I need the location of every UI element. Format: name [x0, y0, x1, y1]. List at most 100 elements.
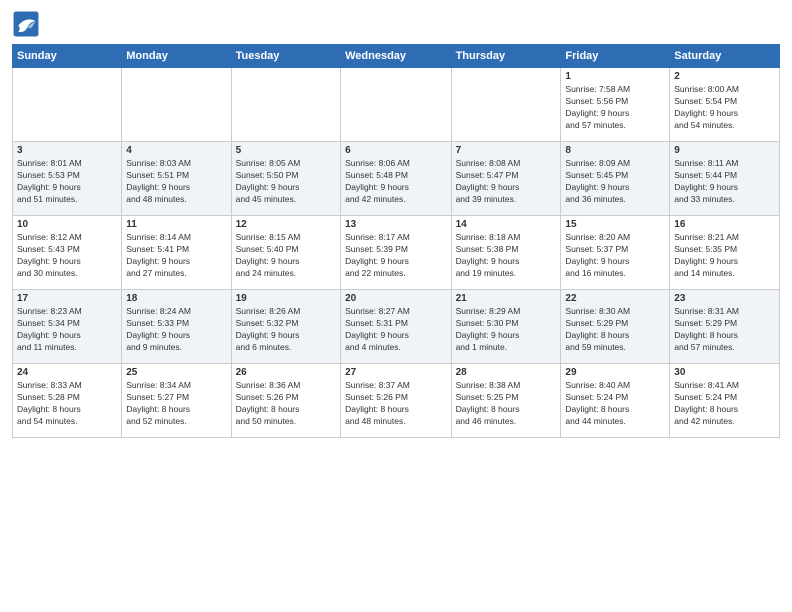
- calendar-cell: [122, 68, 231, 142]
- calendar-cell: [13, 68, 122, 142]
- calendar-cell: 5 Sunrise: 8:05 AM Sunset: 5:50 PM Daylig…: [231, 142, 340, 216]
- calendar-cell: 14Sunrise: 8:18 AM Sunset: 5:38 PM Dayli…: [451, 216, 561, 290]
- day-number: 5: [236, 145, 336, 156]
- day-number: 29: [565, 367, 665, 378]
- day-number: 9: [674, 145, 775, 156]
- page-container: SundayMondayTuesdayWednesdayThursdayFrid…: [0, 0, 792, 446]
- day-info: Sunrise: 8:08 AM Sunset: 5:47 PM Dayligh…: [456, 158, 557, 206]
- day-number: 28: [456, 367, 557, 378]
- day-info: Sunrise: 8:37 AM Sunset: 5:26 PM Dayligh…: [345, 380, 446, 428]
- day-info: Sunrise: 7:58 AM Sunset: 5:56 PM Dayligh…: [565, 84, 665, 132]
- day-number: 26: [236, 367, 336, 378]
- calendar-cell: 9 Sunrise: 8:11 AM Sunset: 5:44 PM Daylig…: [670, 142, 780, 216]
- day-number: 4: [126, 145, 226, 156]
- day-info: Sunrise: 8:40 AM Sunset: 5:24 PM Dayligh…: [565, 380, 665, 428]
- calendar-cell: 23 Sunrise: 8:31 AM Sunset: 5:29 PM Dayli…: [670, 290, 780, 364]
- day-info: Sunrise: 8:09 AM Sunset: 5:45 PM Dayligh…: [565, 158, 665, 206]
- day-number: 12: [236, 219, 336, 230]
- calendar-cell: 19 Sunrise: 8:26 AM Sunset: 5:32 PM Dayli…: [231, 290, 340, 364]
- calendar-cell: 15 Sunrise: 8:20 AM Sunset: 5:37 PM Dayli…: [561, 216, 670, 290]
- day-info: Sunrise: 8:41 AM Sunset: 5:24 PM Dayligh…: [674, 380, 775, 428]
- weekday-header-tuesday: Tuesday: [231, 45, 340, 68]
- day-info: Sunrise: 8:06 AM Sunset: 5:48 PM Dayligh…: [345, 158, 446, 206]
- day-info: Sunrise: 8:21 AM Sunset: 5:35 PM Dayligh…: [674, 232, 775, 280]
- calendar-week-row: 10 Sunrise: 8:12 AM Sunset: 5:43 PM Dayli…: [13, 216, 780, 290]
- day-number: 22: [565, 293, 665, 304]
- calendar-cell: 27 Sunrise: 8:37 AM Sunset: 5:26 PM Dayli…: [341, 364, 451, 438]
- weekday-header-monday: Monday: [122, 45, 231, 68]
- calendar-cell: 18 Sunrise: 8:24 AM Sunset: 5:33 PM Dayli…: [122, 290, 231, 364]
- day-number: 21: [456, 293, 557, 304]
- calendar-cell: 30 Sunrise: 8:41 AM Sunset: 5:24 PM Dayli…: [670, 364, 780, 438]
- day-number: 27: [345, 367, 446, 378]
- calendar-cell: 7 Sunrise: 8:08 AM Sunset: 5:47 PM Daylig…: [451, 142, 561, 216]
- calendar-week-row: 1 Sunrise: 7:58 AM Sunset: 5:56 PM Daylig…: [13, 68, 780, 142]
- calendar-cell: 29 Sunrise: 8:40 AM Sunset: 5:24 PM Dayli…: [561, 364, 670, 438]
- day-info: Sunrise: 8:26 AM Sunset: 5:32 PM Dayligh…: [236, 306, 336, 354]
- calendar-cell: 17Sunrise: 8:23 AM Sunset: 5:34 PM Dayli…: [13, 290, 122, 364]
- day-info: Sunrise: 8:12 AM Sunset: 5:43 PM Dayligh…: [17, 232, 117, 280]
- weekday-header-wednesday: Wednesday: [341, 45, 451, 68]
- day-info: Sunrise: 8:05 AM Sunset: 5:50 PM Dayligh…: [236, 158, 336, 206]
- day-info: Sunrise: 8:33 AM Sunset: 5:28 PM Dayligh…: [17, 380, 117, 428]
- day-number: 11: [126, 219, 226, 230]
- logo-icon: [12, 10, 40, 38]
- calendar-cell: 3Sunrise: 8:01 AM Sunset: 5:53 PM Daylig…: [13, 142, 122, 216]
- day-info: Sunrise: 8:38 AM Sunset: 5:25 PM Dayligh…: [456, 380, 557, 428]
- day-info: Sunrise: 8:18 AM Sunset: 5:38 PM Dayligh…: [456, 232, 557, 280]
- day-info: Sunrise: 8:36 AM Sunset: 5:26 PM Dayligh…: [236, 380, 336, 428]
- calendar-cell: 16 Sunrise: 8:21 AM Sunset: 5:35 PM Dayli…: [670, 216, 780, 290]
- day-info: Sunrise: 8:00 AM Sunset: 5:54 PM Dayligh…: [674, 84, 775, 132]
- calendar-cell: 25 Sunrise: 8:34 AM Sunset: 5:27 PM Dayli…: [122, 364, 231, 438]
- day-info: Sunrise: 8:14 AM Sunset: 5:41 PM Dayligh…: [126, 232, 226, 280]
- day-number: 25: [126, 367, 226, 378]
- day-number: 6: [345, 145, 446, 156]
- day-number: 24: [17, 367, 117, 378]
- calendar-cell: 8 Sunrise: 8:09 AM Sunset: 5:45 PM Daylig…: [561, 142, 670, 216]
- day-number: 8: [565, 145, 665, 156]
- day-number: 7: [456, 145, 557, 156]
- day-info: Sunrise: 8:20 AM Sunset: 5:37 PM Dayligh…: [565, 232, 665, 280]
- day-info: Sunrise: 8:27 AM Sunset: 5:31 PM Dayligh…: [345, 306, 446, 354]
- day-number: 3: [17, 145, 117, 156]
- day-number: 2: [674, 71, 775, 82]
- calendar-cell: 26 Sunrise: 8:36 AM Sunset: 5:26 PM Dayli…: [231, 364, 340, 438]
- day-number: 13: [345, 219, 446, 230]
- calendar-cell: 20 Sunrise: 8:27 AM Sunset: 5:31 PM Dayli…: [341, 290, 451, 364]
- day-info: Sunrise: 8:31 AM Sunset: 5:29 PM Dayligh…: [674, 306, 775, 354]
- calendar-cell: [231, 68, 340, 142]
- calendar-cell: 13 Sunrise: 8:17 AM Sunset: 5:39 PM Dayli…: [341, 216, 451, 290]
- calendar-week-row: 3Sunrise: 8:01 AM Sunset: 5:53 PM Daylig…: [13, 142, 780, 216]
- day-number: 1: [565, 71, 665, 82]
- weekday-header-friday: Friday: [561, 45, 670, 68]
- day-info: Sunrise: 8:34 AM Sunset: 5:27 PM Dayligh…: [126, 380, 226, 428]
- calendar-cell: 24 Sunrise: 8:33 AM Sunset: 5:28 PM Dayli…: [13, 364, 122, 438]
- weekday-header-saturday: Saturday: [670, 45, 780, 68]
- day-number: 19: [236, 293, 336, 304]
- day-number: 15: [565, 219, 665, 230]
- day-info: Sunrise: 8:11 AM Sunset: 5:44 PM Dayligh…: [674, 158, 775, 206]
- calendar-cell: 22Sunrise: 8:30 AM Sunset: 5:29 PM Dayli…: [561, 290, 670, 364]
- calendar-cell: 28 Sunrise: 8:38 AM Sunset: 5:25 PM Dayli…: [451, 364, 561, 438]
- day-info: Sunrise: 8:24 AM Sunset: 5:33 PM Dayligh…: [126, 306, 226, 354]
- calendar-week-row: 17Sunrise: 8:23 AM Sunset: 5:34 PM Dayli…: [13, 290, 780, 364]
- day-number: 30: [674, 367, 775, 378]
- calendar-header-row: SundayMondayTuesdayWednesdayThursdayFrid…: [13, 45, 780, 68]
- day-number: 16: [674, 219, 775, 230]
- day-info: Sunrise: 8:03 AM Sunset: 5:51 PM Dayligh…: [126, 158, 226, 206]
- day-number: 23: [674, 293, 775, 304]
- day-number: 18: [126, 293, 226, 304]
- calendar-cell: [451, 68, 561, 142]
- logo: [12, 10, 44, 38]
- calendar-cell: 1 Sunrise: 7:58 AM Sunset: 5:56 PM Daylig…: [561, 68, 670, 142]
- day-info: Sunrise: 8:15 AM Sunset: 5:40 PM Dayligh…: [236, 232, 336, 280]
- calendar-cell: 6 Sunrise: 8:06 AM Sunset: 5:48 PM Daylig…: [341, 142, 451, 216]
- day-number: 10: [17, 219, 117, 230]
- day-info: Sunrise: 8:17 AM Sunset: 5:39 PM Dayligh…: [345, 232, 446, 280]
- day-info: Sunrise: 8:23 AM Sunset: 5:34 PM Dayligh…: [17, 306, 117, 354]
- header: [12, 10, 780, 38]
- calendar-cell: 21Sunrise: 8:29 AM Sunset: 5:30 PM Dayli…: [451, 290, 561, 364]
- calendar-cell: 2 Sunrise: 8:00 AM Sunset: 5:54 PM Daylig…: [670, 68, 780, 142]
- day-number: 20: [345, 293, 446, 304]
- calendar-cell: [341, 68, 451, 142]
